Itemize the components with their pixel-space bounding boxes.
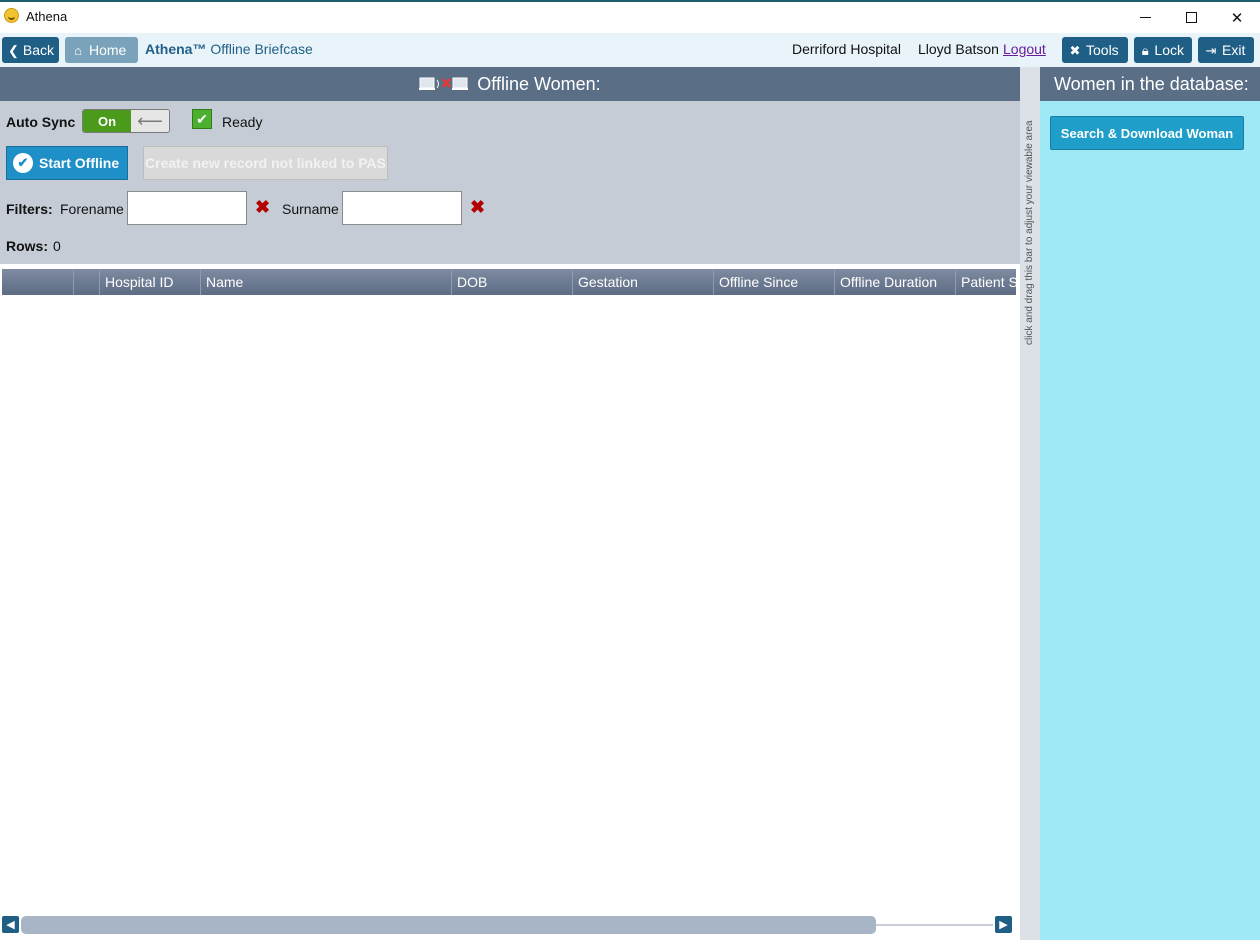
search-download-woman-button[interactable]: Search & Download Woman — [1050, 116, 1244, 150]
section-name: Offline Briefcase — [210, 41, 313, 57]
lock-icon: 🔒︎ — [1141, 42, 1149, 58]
clear-surname-icon[interactable]: ✖ — [470, 198, 485, 216]
column-header-offline-since[interactable]: Offline Since — [714, 269, 835, 295]
create-record-button[interactable]: Create new record not linked to PAS — [143, 146, 388, 180]
database-women-header: Women in the database: — [1040, 67, 1260, 101]
start-offline-button[interactable]: ✔ Start Offline — [6, 146, 128, 180]
autosync-toggle[interactable]: On ⟵ — [82, 109, 170, 133]
logout-link[interactable]: Logout — [1003, 41, 1046, 57]
tools-button[interactable]: ✖ Tools — [1062, 37, 1128, 63]
clear-forename-icon[interactable]: ✖ — [255, 198, 270, 216]
tools-label: Tools — [1086, 42, 1119, 58]
chevron-left-icon: ❮ — [8, 42, 19, 58]
home-button[interactable]: ⌂ Home — [65, 37, 138, 63]
tools-icon: ✖ — [1069, 42, 1081, 58]
minimize-button[interactable] — [1122, 2, 1168, 33]
offline-women-panel: Offline Women: Auto Sync On ⟵ ✔ Ready ✔ … — [0, 67, 1020, 940]
panel-splitter[interactable]: click and drag this bar to adjust your v… — [1020, 67, 1040, 940]
column-header[interactable] — [74, 269, 100, 295]
check-circle-icon: ✔ — [13, 153, 33, 173]
back-label: Back — [22, 42, 55, 58]
database-women-panel: Women in the database: Search & Download… — [1040, 67, 1260, 940]
hospital-name: Derriford Hospital — [792, 41, 901, 57]
rows-label: Rows: — [6, 238, 48, 254]
lock-label: Lock — [1154, 42, 1184, 58]
athena-logo-icon — [4, 8, 19, 23]
exit-icon: ⇥ — [1205, 42, 1217, 58]
forename-input[interactable] — [127, 191, 247, 225]
close-window-button[interactable]: ✕ — [1214, 2, 1260, 33]
window-title: Athena — [26, 9, 68, 24]
panel-title: Offline Women: — [477, 73, 601, 94]
top-nav-bar: ❮ Back ⌂ Home Athena™ Offline Briefcase … — [0, 33, 1260, 67]
maximize-icon — [1185, 12, 1197, 23]
column-header[interactable] — [2, 269, 74, 295]
controls-area: Auto Sync On ⟵ ✔ Ready ✔ Start Offline C… — [0, 101, 1020, 264]
exit-label: Exit — [1222, 42, 1246, 58]
toggle-on-label: On — [83, 110, 131, 132]
home-label: Home — [89, 42, 127, 58]
filters-label: Filters: — [6, 201, 53, 217]
user-name: Lloyd Batson — [918, 41, 999, 57]
grid-header: Hospital ID Name DOB Gestation Offline S… — [2, 269, 1016, 295]
arrow-left-icon: ⟵ — [131, 110, 169, 132]
column-header-hospital-id[interactable]: Hospital ID — [100, 269, 201, 295]
column-header-patient-status[interactable]: Patient S — [956, 269, 1016, 295]
app-window: Athena ✕ ❮ Back ⌂ Home Athena™ Offline B… — [0, 0, 1260, 940]
column-header-gestation[interactable]: Gestation — [573, 269, 714, 295]
scroll-left-icon[interactable]: ◀ — [2, 916, 19, 933]
title-bar: Athena ✕ — [0, 0, 1260, 33]
column-header-offline-duration[interactable]: Offline Duration — [835, 269, 956, 295]
exit-button[interactable]: ⇥ Exit — [1198, 37, 1254, 63]
home-icon: ⌂ — [74, 42, 82, 58]
splitter-hint: click and drag this bar to adjust your v… — [1024, 120, 1035, 345]
breadcrumb: Athena™ Offline Briefcase — [145, 41, 313, 57]
autosync-label: Auto Sync — [6, 114, 76, 130]
back-button[interactable]: ❮ Back — [2, 37, 59, 63]
forename-label: Forename — [60, 201, 124, 217]
start-offline-label: Start Offline — [39, 155, 120, 171]
close-icon: ✕ — [1230, 9, 1244, 27]
column-header-name[interactable]: Name — [201, 269, 452, 295]
scroll-thumb[interactable] — [21, 916, 876, 934]
offline-women-grid: Hospital ID Name DOB Gestation Offline S… — [0, 266, 1016, 916]
offline-women-header: Offline Women: — [0, 67, 1020, 101]
minimize-icon — [1139, 17, 1151, 18]
maximize-button[interactable] — [1168, 2, 1214, 33]
brand-name: Athena™ — [145, 41, 207, 57]
scroll-right-icon[interactable]: ▶ — [995, 916, 1012, 933]
rows-count: 0 — [53, 238, 61, 254]
column-header-dob[interactable]: DOB — [452, 269, 573, 295]
horizontal-scrollbar[interactable]: ◀ ▶ — [2, 916, 1016, 934]
lock-button[interactable]: 🔒︎ Lock — [1134, 37, 1192, 63]
surname-label: Surname — [282, 201, 339, 217]
offline-status-icon — [419, 77, 469, 90]
ready-check-icon: ✔ — [192, 109, 212, 129]
sync-status: Ready — [222, 114, 263, 130]
surname-input[interactable] — [342, 191, 462, 225]
